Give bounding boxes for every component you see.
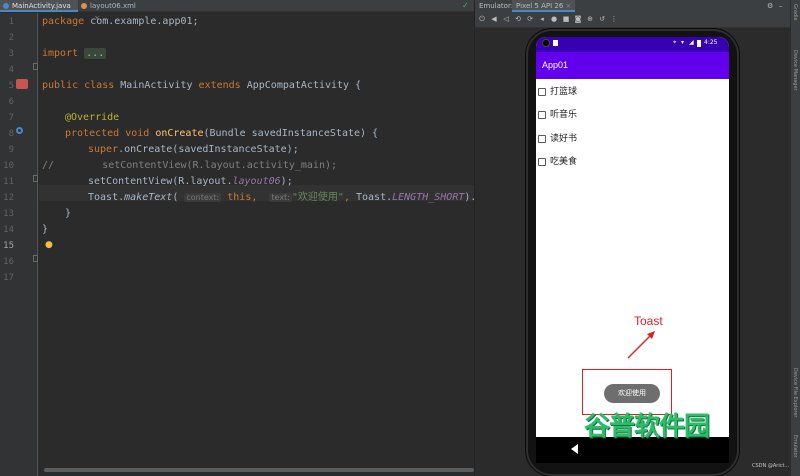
editor-tab-bar: MainActivity.java × layout06.xml × ✓ (0, 0, 474, 22)
line-number-current: 15 (3, 241, 14, 251)
checkbox-box[interactable] (538, 158, 546, 166)
code-line-3: import ... (42, 48, 107, 59)
code-line-8: protected void onCreate(Bundle savedInst… (65, 128, 379, 139)
line-number: 13 (3, 209, 14, 219)
line-number: 9 (8, 145, 14, 155)
xml-file-icon (81, 3, 87, 9)
code-editor: MainActivity.java × layout06.xml × ✓ 1 2… (0, 0, 474, 476)
param-hint: context: (184, 193, 222, 202)
param-hint: text: (269, 193, 292, 202)
wifi-icon: ▾ (681, 39, 685, 46)
checkbox-box[interactable] (538, 135, 546, 143)
more-icon[interactable]: ⋮ (609, 14, 619, 25)
gradle-panel-tab[interactable]: Gradle (792, 4, 798, 21)
line-number: 3 (8, 49, 14, 59)
emulator-label: Emulator: (479, 2, 514, 10)
notification-icon (553, 40, 558, 46)
credit-text: CSDN @Arict... (752, 463, 790, 469)
tab-label: MainActivity.java (12, 2, 71, 10)
minimize-icon[interactable]: – (779, 0, 783, 12)
line-number: 7 (8, 113, 14, 123)
checkbox-box[interactable] (538, 111, 546, 119)
overview-icon[interactable]: ■ (561, 14, 571, 25)
checkbox-box[interactable] (538, 88, 546, 96)
volume-down-icon[interactable]: ◁ (501, 14, 511, 25)
android-run-icon[interactable] (16, 79, 28, 89)
folded-imports[interactable]: ... (84, 48, 107, 59)
line-number: 16 (3, 257, 14, 267)
line-number: 11 (3, 177, 14, 187)
signal-icon: ◢ (689, 39, 694, 46)
code-line-12: Toast.makeText( context: this, text: "欢迎使… (88, 192, 474, 203)
zoom-icon[interactable]: ⊕ (585, 14, 595, 25)
code-line-1: package com.example.app01; (42, 16, 199, 27)
tab-device[interactable]: Pixel 5 API 26 × (512, 0, 576, 12)
camera-icon[interactable]: ◙ (573, 14, 583, 25)
back-icon[interactable]: ◂ (537, 14, 547, 25)
fold-icon[interactable] (33, 255, 38, 262)
toast-message: 欢迎使用 (604, 384, 660, 403)
status-time: 4:25 (704, 39, 718, 46)
tab-layout06[interactable]: layout06.xml × (78, 0, 142, 22)
toast-annotation-label: Toast (634, 314, 663, 328)
line-number: 12 (3, 193, 14, 203)
code-line-10: // setContentView(R.layout.activity_main… (42, 160, 338, 171)
code-area[interactable]: package com.example.app01; import ... pu… (39, 13, 474, 463)
device-manager-tab[interactable]: Device Manager (792, 50, 798, 91)
home-icon[interactable]: ● (549, 14, 559, 25)
location-icon: ⌖ (673, 39, 677, 46)
code-line-5: public class MainActivity extends AppCom… (42, 80, 362, 91)
override-marker-icon[interactable] (16, 127, 23, 134)
tool-window-strip: Gradle Device Manager Device File Explor… (790, 0, 800, 476)
device-file-explorer-tab[interactable]: Device File Explorer (792, 368, 798, 417)
checkbox-label: 吃美食 (550, 157, 578, 167)
checkbox-label: 打篮球 (550, 87, 578, 97)
line-number: 10 (3, 161, 14, 171)
code-line-11: setContentView(R.layout.layout06); (88, 176, 293, 187)
line-number: 17 (3, 273, 14, 283)
code-line-9: super.onCreate(savedInstanceState); (88, 144, 299, 155)
checkbox-label: 读好书 (550, 134, 578, 144)
line-number: 5 (8, 81, 14, 91)
emulator-tab[interactable]: Emulator (792, 435, 798, 458)
code-line-13: } (65, 208, 72, 219)
power-icon[interactable]: ⏻ (477, 14, 487, 25)
camera-cutout-icon (542, 39, 550, 47)
volume-up-icon[interactable]: ◀ (489, 14, 499, 25)
tab-label: layout06.xml (90, 2, 136, 10)
app-bar: App01 (536, 52, 729, 79)
settings-icon[interactable]: ⚙ (767, 0, 773, 12)
checkbox-label: 听音乐 (550, 110, 578, 120)
snapshot-icon[interactable]: ↺ (597, 14, 607, 25)
battery-icon (697, 40, 701, 47)
line-number-gutter: 1 2 3 4 5 6 7 8 9 10 11 12 13 14 15 16 1… (0, 13, 53, 476)
watermark-logo: 谷普软件园 (584, 412, 710, 442)
app-title: App01 (542, 60, 569, 70)
line-number: 6 (8, 97, 14, 107)
fold-icon[interactable] (33, 63, 38, 70)
tab-mainactivity[interactable]: MainActivity.java × (0, 0, 78, 22)
emulator-header: Emulator: Pixel 5 API 26 × ⚙ – (475, 0, 791, 12)
code-line-7: @Override (65, 112, 120, 123)
nav-back-icon[interactable] (571, 444, 578, 454)
fold-icon[interactable] (33, 175, 38, 182)
line-number: 4 (8, 65, 14, 75)
check-icon: ✓ (462, 1, 469, 10)
emulator-toolbar: ⏻ ◀ ◁ ⟲ ⟳ ◂ ● ■ ◙ ⊕ ↺ ⋮ (475, 12, 791, 28)
line-number: 14 (3, 225, 14, 235)
line-number: 2 (8, 33, 14, 43)
code-line-14: } (42, 224, 49, 235)
annotation-arrow-icon (627, 331, 655, 359)
line-number: 8 (8, 129, 14, 139)
rotate-right-icon[interactable]: ⟳ (525, 14, 535, 25)
line-number: 1 (8, 17, 14, 27)
java-file-icon (3, 3, 9, 9)
status-bar: ⌖ ▾ ◢ 4:25 (536, 37, 729, 52)
horizontal-scrollbar[interactable] (44, 468, 474, 472)
scrollbar-thumb[interactable] (44, 468, 474, 472)
rotate-left-icon[interactable]: ⟲ (513, 14, 523, 25)
